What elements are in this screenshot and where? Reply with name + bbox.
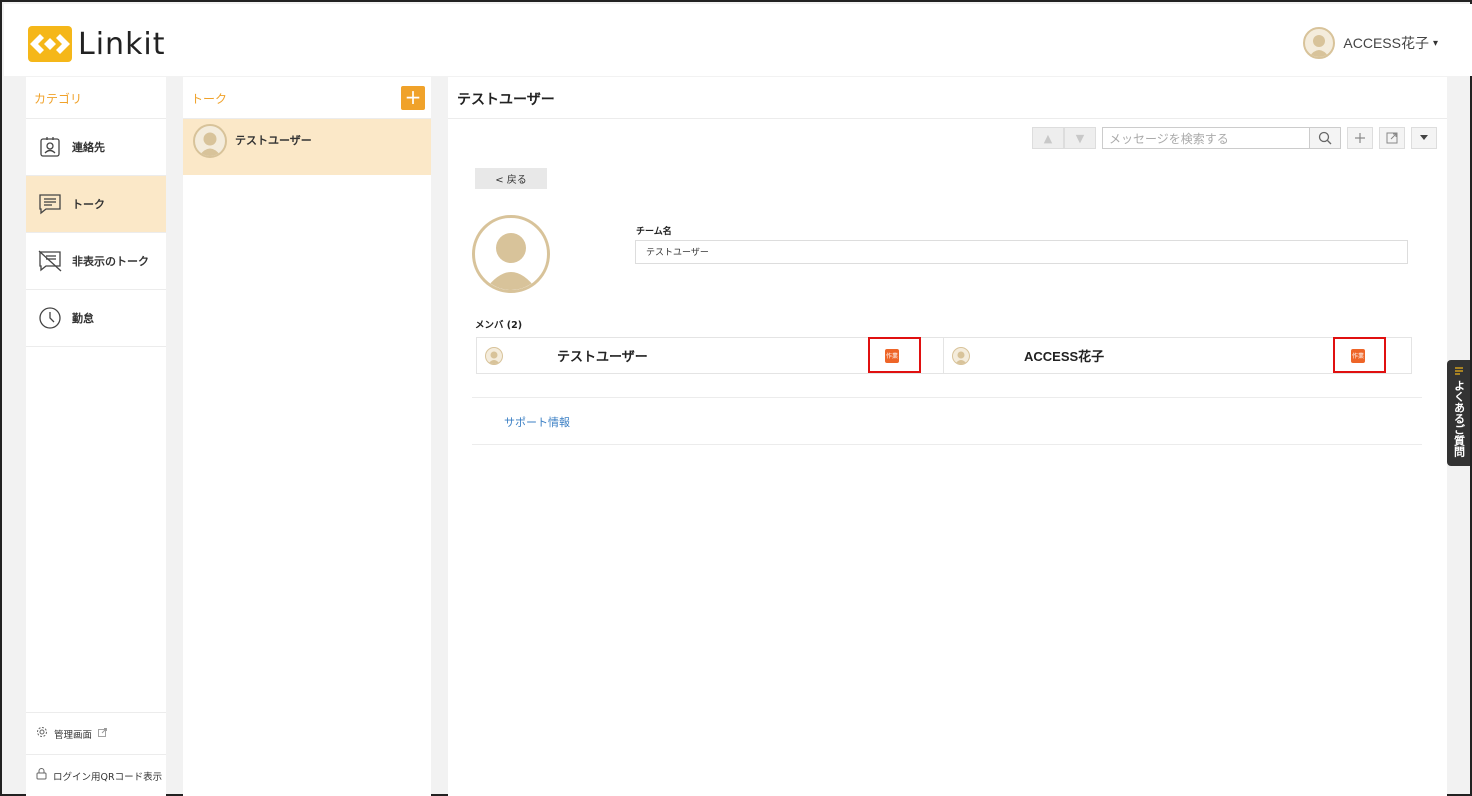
lock-icon	[36, 768, 47, 783]
app-frame: Linkit ACCESS花子 ▾ カテゴリ 連絡先 トーク 非表示のトーク 勤…	[0, 0, 1472, 796]
category-header: カテゴリ	[26, 77, 166, 119]
talk-list: トーク + テストユーザー	[183, 77, 431, 796]
member-row[interactable]: ACCESS花子 作業	[944, 337, 1412, 374]
chat-icon	[38, 192, 62, 216]
avatar	[952, 346, 970, 365]
back-button[interactable]: < 戻る	[475, 168, 547, 189]
members-label: メンバ (2)	[475, 320, 523, 331]
faq-tab[interactable]: よくあるご質問	[1447, 360, 1470, 466]
search-button[interactable]	[1309, 127, 1341, 149]
search-icon	[1318, 131, 1332, 145]
search-nav: ▲ ▼	[1032, 127, 1096, 149]
expand-button[interactable]	[1379, 127, 1405, 149]
top-header: Linkit ACCESS花子 ▾	[4, 4, 1472, 76]
sidebar-item-label: 勤怠	[72, 312, 94, 325]
highlight-box	[868, 337, 921, 373]
member-name: ACCESS花子	[1024, 349, 1105, 364]
admin-link[interactable]: 管理画面	[26, 712, 166, 754]
logo-text: Linkit	[78, 26, 166, 62]
hidden-chat-icon	[38, 249, 62, 273]
chevron-down-icon	[1420, 135, 1428, 140]
support-section: サポート情報	[472, 397, 1422, 445]
gear-icon	[36, 726, 48, 741]
external-link-icon	[98, 727, 107, 740]
sidebar-item-label: 非表示のトーク	[72, 255, 149, 268]
main-panel: テストユーザー ▲ ▼ メッセージを検索する < 戻る チーム名 テストユーザー…	[448, 77, 1447, 796]
contact-icon	[38, 135, 62, 159]
faq-label: よくあるご質問	[1452, 380, 1466, 457]
clock-icon	[38, 306, 62, 330]
plus-icon	[1355, 133, 1365, 143]
sidebar-item-contacts[interactable]: 連絡先	[26, 119, 166, 176]
talk-list-title: トーク	[191, 92, 228, 106]
sidebar-item-label: トーク	[72, 198, 105, 211]
app-logo[interactable]: Linkit	[28, 26, 166, 62]
support-link[interactable]: サポート情報	[504, 414, 570, 430]
message-toolbar: ▲ ▼ メッセージを検索する	[1032, 127, 1437, 149]
page-title: テストユーザー	[448, 77, 1447, 119]
team-avatar[interactable]	[472, 215, 550, 293]
account-menu[interactable]: ACCESS花子 ▾	[1303, 27, 1438, 59]
sidebar-item-talk[interactable]: トーク	[26, 176, 166, 233]
account-name: ACCESS花子	[1343, 35, 1429, 51]
highlight-box	[1333, 337, 1386, 373]
search-input[interactable]: メッセージを検索する	[1102, 127, 1310, 149]
category-sidebar: カテゴリ 連絡先 トーク 非表示のトーク 勤怠 管理画面 ログイン用QRコード表…	[26, 77, 166, 796]
member-row[interactable]: テストユーザー 作業	[476, 337, 944, 374]
team-name-field[interactable]: テストユーザー	[635, 240, 1408, 264]
sidebar-item-attendance[interactable]: 勤怠	[26, 290, 166, 347]
list-item[interactable]: テストユーザー	[183, 119, 431, 175]
admin-label: 管理画面	[54, 729, 93, 741]
sidebar-item-label: 連絡先	[72, 141, 105, 154]
more-menu-button[interactable]	[1411, 127, 1437, 149]
account-avatar	[1303, 27, 1336, 59]
member-list: テストユーザー 作業 ACCESS花子 作業	[476, 337, 1412, 374]
member-name: テストユーザー	[557, 349, 648, 364]
search-next-button[interactable]: ▼	[1064, 127, 1096, 149]
qr-login-link[interactable]: ログイン用QRコード表示	[26, 754, 166, 796]
add-button[interactable]	[1347, 127, 1373, 149]
chevron-down-icon: ▾	[1432, 37, 1438, 49]
add-talk-button[interactable]: +	[401, 86, 425, 110]
avatar	[485, 346, 503, 365]
sidebar-item-hidden-talk[interactable]: 非表示のトーク	[26, 233, 166, 290]
avatar	[193, 124, 227, 158]
talk-list-header: トーク +	[183, 77, 431, 119]
qr-login-label: ログイン用QRコード表示	[53, 771, 163, 783]
team-name-label: チーム名	[636, 227, 672, 237]
search-prev-button[interactable]: ▲	[1032, 127, 1064, 149]
logo-icon	[28, 26, 72, 62]
expand-icon	[1386, 132, 1398, 144]
talk-item-name: テストユーザー	[235, 134, 312, 147]
list-icon	[1454, 367, 1463, 375]
